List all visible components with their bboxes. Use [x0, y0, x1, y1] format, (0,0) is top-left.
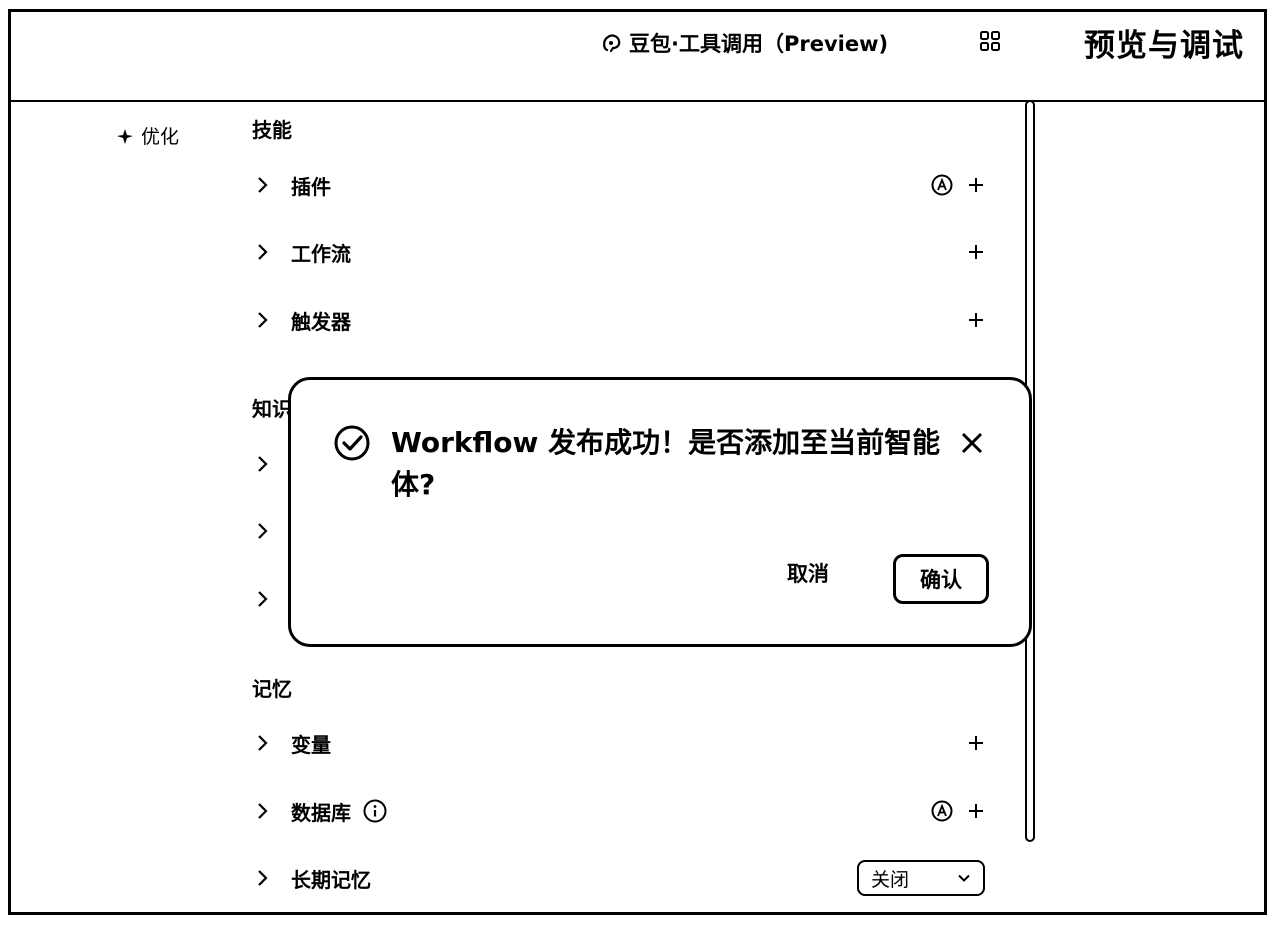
knowledge-row-3[interactable] [253, 579, 293, 619]
row-actions [967, 300, 985, 340]
model-selector[interactable]: 豆包·工具调用（Preview) [601, 28, 888, 58]
chevron-right-icon[interactable] [253, 734, 271, 752]
info-icon[interactable] [363, 799, 387, 823]
skill-row-plugins[interactable]: 插件 [253, 165, 985, 205]
row-label: 触发器 [291, 309, 351, 334]
memory-row-long-term[interactable]: 长期记忆 关闭 [253, 858, 985, 898]
chevron-right-icon[interactable] [253, 869, 271, 887]
memory-row-variables[interactable]: 变量 [253, 723, 985, 763]
row-label: 变量 [291, 732, 331, 757]
section-title-skills: 技能 [252, 118, 292, 142]
long-term-memory-select[interactable]: 关闭 [857, 860, 985, 896]
row-actions [967, 232, 985, 272]
chevron-right-icon[interactable] [253, 522, 271, 540]
grid-icon[interactable] [979, 30, 1001, 52]
publish-success-dialog: Workflow 发布成功！是否添加至当前智能体? 取消 确认 [288, 377, 1032, 647]
model-name: 豆包·工具调用（Preview) [629, 32, 889, 56]
row-actions [931, 791, 985, 831]
skill-row-workflow[interactable]: 工作流 [253, 232, 985, 272]
sparkle-icon [117, 128, 133, 144]
chevron-right-icon[interactable] [253, 455, 271, 473]
row-actions [931, 165, 985, 205]
optimize-label: 优化 [141, 126, 180, 148]
confirm-button[interactable]: 确认 [893, 554, 989, 604]
row-label: 插件 [291, 174, 331, 199]
chevron-down-icon [958, 874, 970, 882]
section-title-knowledge: 知识 [252, 397, 292, 421]
chevron-right-icon[interactable] [253, 176, 271, 194]
plus-icon[interactable] [967, 311, 985, 329]
auto-a-icon[interactable] [931, 800, 953, 822]
check-circle-icon [334, 425, 370, 461]
row-label: 长期记忆 [291, 867, 371, 892]
chevron-right-icon[interactable] [253, 802, 271, 820]
cancel-button[interactable]: 取消 [787, 558, 829, 588]
row-label: 数据库 [291, 800, 351, 825]
skill-row-trigger[interactable]: 触发器 [253, 300, 985, 340]
auto-a-icon[interactable] [931, 174, 953, 196]
plus-icon[interactable] [967, 802, 985, 820]
chevron-right-icon[interactable] [253, 590, 271, 608]
section-title-memory: 记忆 [252, 677, 292, 701]
top-bar: 豆包·工具调用（Preview) 预览与调试 [11, 12, 1264, 102]
row-label: 工作流 [291, 241, 351, 266]
knowledge-row-1[interactable] [253, 444, 293, 484]
plus-icon[interactable] [967, 243, 985, 261]
knowledge-row-2[interactable] [253, 511, 293, 551]
row-actions [967, 723, 985, 763]
memory-row-database[interactable]: 数据库 [253, 791, 985, 831]
plus-icon[interactable] [967, 734, 985, 752]
close-icon[interactable] [959, 430, 985, 456]
optimize-button[interactable]: 优化 [115, 122, 179, 149]
preview-debug-title: 预览与调试 [1084, 28, 1244, 64]
doubao-logo-icon [603, 34, 621, 53]
plus-icon[interactable] [967, 176, 985, 194]
chevron-right-icon[interactable] [253, 311, 271, 329]
dialog-message: Workflow 发布成功！是否添加至当前智能体? [391, 426, 941, 501]
select-value: 关闭 [871, 868, 910, 891]
chevron-right-icon[interactable] [253, 243, 271, 261]
